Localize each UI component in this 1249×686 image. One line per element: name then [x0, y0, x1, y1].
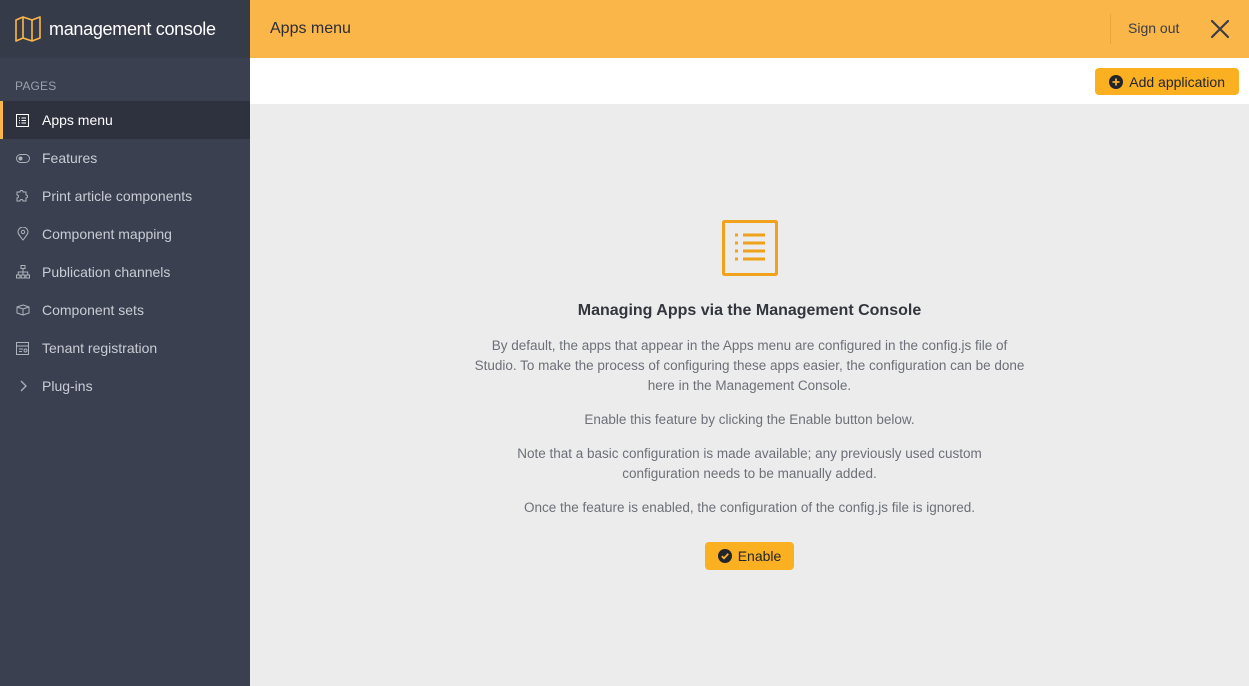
toggle-icon — [15, 151, 30, 166]
sidebar-item-label: Component sets — [42, 302, 144, 318]
sidebar-item-label: Apps menu — [42, 112, 113, 128]
sidebar-item-component-mapping[interactable]: Component mapping — [0, 215, 250, 253]
sidebar-item-publication-channels[interactable]: Publication channels — [0, 253, 250, 291]
brand[interactable]: management console — [0, 0, 250, 58]
sidebar: management console PAGES Apps menu Featu… — [0, 0, 250, 686]
sidebar-item-label: Publication channels — [42, 264, 171, 280]
toolbar: Add application — [250, 58, 1249, 104]
pages-section-label: PAGES — [15, 79, 57, 93]
list-icon — [15, 113, 30, 128]
chevron-right-icon — [15, 379, 30, 394]
sidebar-item-label: Print article components — [42, 188, 193, 204]
sidebar-item-label: Features — [42, 150, 98, 166]
enable-label: Enable — [737, 548, 782, 564]
enable-instruction: Enable this feature by clicking the Enab… — [584, 412, 915, 427]
sidebar-item-tenant-registration[interactable]: Tenant registration — [0, 329, 250, 367]
sidebar-item-plug-ins[interactable]: Plug-ins — [0, 367, 250, 405]
puzzle-icon — [15, 189, 30, 204]
sign-out-button[interactable]: Sign out — [1128, 20, 1179, 36]
sidebar-item-label: Component mapping — [42, 226, 172, 242]
brand-name: management console — [49, 18, 216, 39]
box-icon — [15, 303, 30, 318]
sidebar-item-print-article-components[interactable]: Print article components — [0, 177, 250, 215]
add-application-label: Add application — [1129, 73, 1225, 90]
sidebar-item-label: Plug-ins — [42, 378, 93, 394]
sidebar-item-apps-menu[interactable]: Apps menu — [0, 101, 250, 139]
sitemap-icon — [15, 265, 30, 280]
sidebar-item-component-sets[interactable]: Component sets — [0, 291, 250, 329]
list-icon — [722, 220, 778, 276]
page-title: Apps menu — [270, 20, 351, 37]
sidebar-item-label: Tenant registration — [42, 340, 158, 356]
description-paragraph: By default, the apps that appear in the … — [474, 338, 1025, 393]
map-icon — [15, 16, 41, 42]
header-bar: Apps menu Sign out — [250, 0, 1249, 58]
registration-icon — [15, 341, 30, 356]
configuration-note: Note that a basic configuration is made … — [517, 446, 982, 481]
main-content: Managing Apps via the Management Console… — [250, 104, 1249, 686]
sidebar-item-features[interactable]: Features — [0, 139, 250, 177]
header-divider — [1110, 14, 1111, 44]
location-pin-icon — [15, 227, 30, 242]
check-circle-icon — [717, 549, 732, 563]
enable-button[interactable]: Enable — [705, 542, 794, 570]
close-icon[interactable] — [1210, 19, 1230, 39]
add-application-button[interactable]: Add application — [1095, 68, 1239, 95]
plus-circle-icon — [1109, 74, 1124, 89]
ignore-note: Once the feature is enabled, the configu… — [523, 500, 976, 515]
empty-state-heading: Managing Apps via the Management Console — [577, 302, 922, 319]
